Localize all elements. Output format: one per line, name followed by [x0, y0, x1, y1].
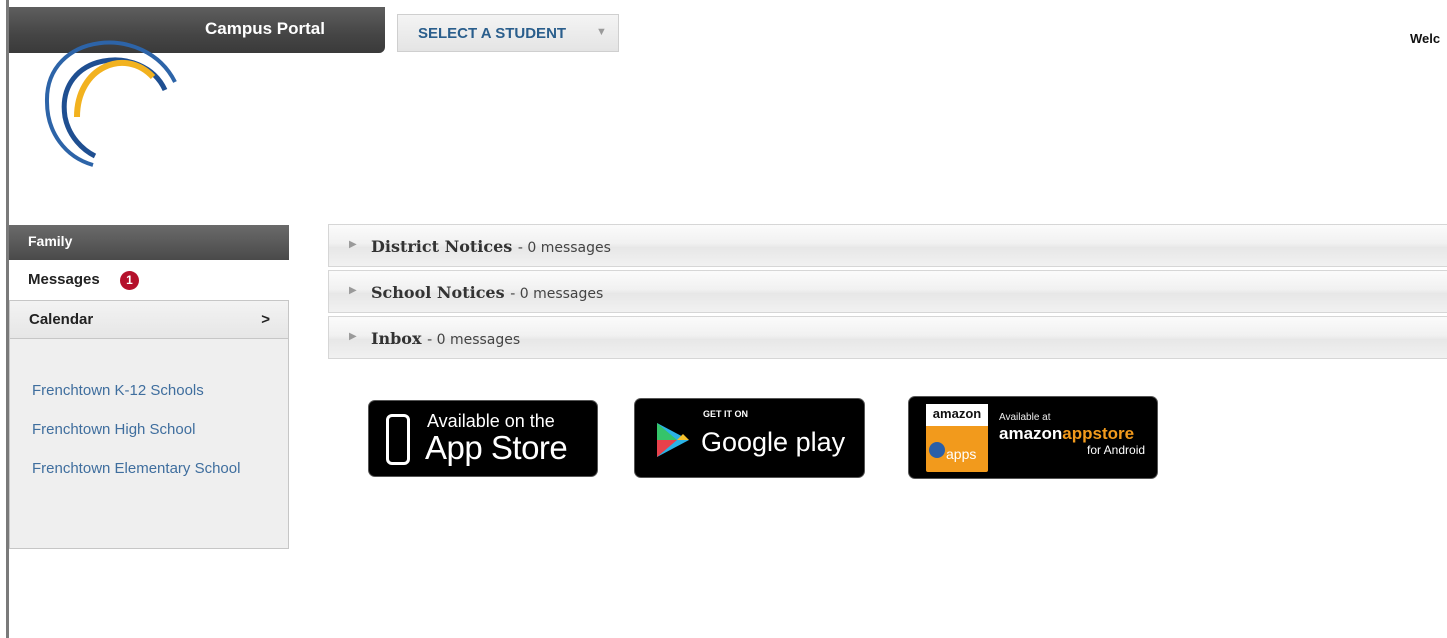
google-play-triangle-icon — [657, 423, 689, 457]
app-store-badge[interactable]: Available on the App Store — [368, 400, 598, 477]
amazon-name-2: appstore — [1062, 424, 1135, 443]
amazon-android-text: for Android — [1087, 443, 1146, 457]
google-play-badge[interactable]: GET IT ON Google play — [634, 398, 865, 478]
select-student-dropdown[interactable]: SELECT A STUDENT ▼ — [397, 14, 619, 52]
notice-school[interactable]: ▶ School Notices - 0 messages — [328, 270, 1447, 313]
chevron-right-icon: > — [261, 311, 270, 328]
expand-arrow-icon: ▶ — [349, 331, 357, 342]
chevron-down-icon: ▼ — [596, 26, 607, 38]
amazon-available-text: Available at — [999, 412, 1051, 423]
amazon-store-name: amazonappstore — [999, 424, 1134, 444]
notice-count: - 0 messages — [427, 332, 521, 348]
notice-title: District Notices — [371, 237, 513, 256]
sidebar: Family Messages 1 Calendar > Frenchtown … — [9, 225, 289, 549]
sidebar-item-messages[interactable]: Messages 1 — [9, 260, 289, 300]
notice-count: - 0 messages — [517, 240, 611, 256]
notice-title-wrap: District Notices - 0 messages — [371, 237, 611, 256]
campus-logo — [44, 40, 177, 167]
sidebar-item-calendar[interactable]: Calendar > — [9, 300, 289, 339]
welcome-text: Welc — [1410, 31, 1441, 46]
amazon-circle-icon — [929, 442, 945, 458]
sidebar-item-label: Calendar — [29, 311, 94, 328]
amazon-tile-apps: apps — [946, 446, 977, 462]
notices-list: ▶ District Notices - 0 messages ▶ School… — [328, 224, 1447, 362]
notice-title-wrap: Inbox - 0 messages — [371, 329, 520, 348]
expand-arrow-icon: ▶ — [349, 285, 357, 296]
amazon-appstore-badge[interactable]: amazon apps Available at amazonappstore … — [908, 396, 1158, 479]
school-link-high-school[interactable]: Frenchtown High School — [32, 420, 262, 440]
notice-district[interactable]: ▶ District Notices - 0 messages — [328, 224, 1447, 267]
notice-title: Inbox — [371, 329, 422, 348]
expand-arrow-icon: ▶ — [349, 239, 357, 250]
phone-icon — [386, 414, 410, 465]
school-link-k12[interactable]: Frenchtown K-12 Schools — [32, 381, 262, 401]
school-link-elementary[interactable]: Frenchtown Elementary School — [32, 459, 262, 479]
school-links-panel: Frenchtown K-12 Schools Frenchtown High … — [9, 339, 289, 549]
amazon-tile-top: amazon — [926, 404, 988, 426]
portal-title: Campus Portal — [205, 19, 325, 38]
notice-title-wrap: School Notices - 0 messages — [371, 283, 603, 302]
sidebar-section-family: Family — [9, 225, 289, 260]
notice-count: - 0 messages — [510, 286, 604, 302]
select-student-label: SELECT A STUDENT — [418, 25, 567, 42]
messages-count-badge: 1 — [120, 271, 139, 290]
googleplay-small-text: GET IT ON — [703, 409, 748, 419]
amazon-name-1: amazon — [999, 424, 1063, 443]
appstore-big-text: App Store — [425, 429, 568, 466]
googleplay-big-text: Google play — [701, 427, 846, 457]
notice-title: School Notices — [371, 283, 505, 302]
notice-inbox[interactable]: ▶ Inbox - 0 messages — [328, 316, 1447, 359]
sidebar-item-label: Messages — [28, 271, 100, 288]
amazon-apps-tile-icon: amazon apps — [926, 404, 988, 472]
